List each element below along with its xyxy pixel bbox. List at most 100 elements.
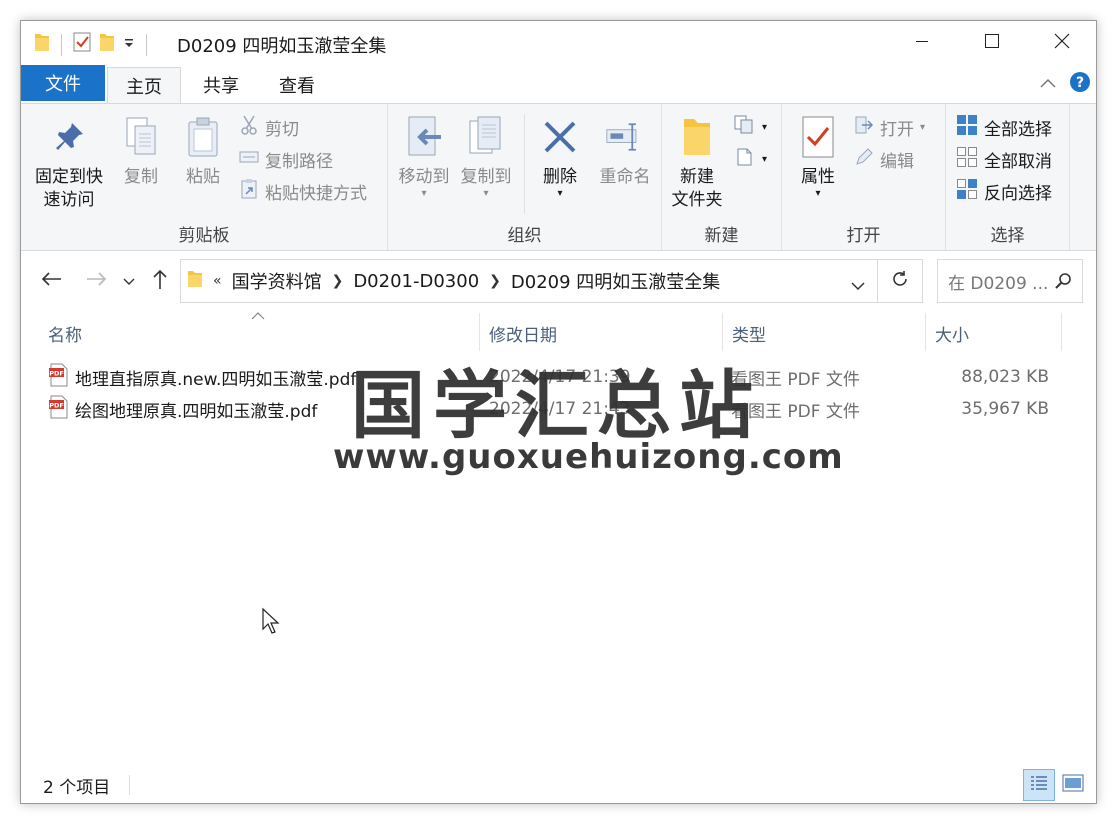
move-to-icon <box>404 112 444 162</box>
address-dropdown-icon[interactable] <box>851 276 865 296</box>
new-folder-qat-icon[interactable] <box>98 31 116 58</box>
delete-button[interactable]: 删除 ▾ <box>534 112 586 199</box>
quick-access-toolbar <box>33 31 151 58</box>
select-group-label: 选择 <box>990 226 1025 246</box>
dropdown-arrow-icon: ▾ <box>421 188 427 199</box>
close-icon <box>1054 33 1070 54</box>
chevron-right-icon[interactable]: ❯ <box>489 273 501 289</box>
select-none-button[interactable]: 全部取消 <box>956 146 1052 172</box>
forward-button[interactable] <box>83 267 111 295</box>
back-button[interactable] <box>37 267 65 295</box>
search-input[interactable]: 在 D0209 ... <box>937 259 1083 303</box>
select-group: 全部选择 全部取消 反向选择 选择 <box>946 104 1070 250</box>
edit-button[interactable]: 编辑 <box>854 146 914 172</box>
mouse-cursor-icon <box>261 607 281 640</box>
file-size: 88,023 KB <box>961 367 1049 387</box>
dropdown-arrow-icon: ▾ <box>920 121 926 133</box>
svg-text:PDF: PDF <box>49 369 64 377</box>
refresh-button[interactable] <box>878 259 923 303</box>
breadcrumb-item[interactable]: D0201-D0300 <box>353 271 479 292</box>
copy-to-icon <box>466 112 506 162</box>
large-icons-view-button[interactable] <box>1057 769 1089 801</box>
pdf-file-icon: PDF <box>49 363 69 392</box>
paste-shortcut-icon <box>239 178 259 205</box>
easy-access-icon <box>734 147 756 172</box>
dropdown-arrow-icon: ▾ <box>483 188 489 199</box>
divider <box>146 33 147 56</box>
properties-qat-icon[interactable] <box>72 31 92 58</box>
tab-view[interactable]: 查看 <box>265 67 329 103</box>
file-name: 绘图地理原真.四明如玉澈莹.pdf <box>75 401 318 422</box>
select-none-icon <box>956 146 978 173</box>
address-bar[interactable]: « 国学资料馆 ❯ D0201-D0300 ❯ D0209 四明如玉澈莹全集 <box>180 259 878 303</box>
close-button[interactable] <box>1027 21 1096 65</box>
status-bar: 2 个项目 <box>21 767 1096 803</box>
new-folder-button[interactable]: 新建 文件夹 <box>666 112 728 212</box>
properties-icon <box>798 112 838 162</box>
select-all-button[interactable]: 全部选择 <box>956 114 1052 140</box>
divider <box>129 775 130 795</box>
breadcrumb-item[interactable]: D0209 四明如玉澈莹全集 <box>511 268 720 294</box>
easy-access-button[interactable]: ▾ <box>734 146 767 172</box>
tab-home[interactable]: 主页 <box>107 67 181 103</box>
folder-icon <box>33 31 51 58</box>
file-size: 35,967 KB <box>961 399 1049 419</box>
column-type[interactable]: 类型 <box>732 321 766 346</box>
invert-selection-button[interactable]: 反向选择 <box>956 178 1052 204</box>
recent-locations-button[interactable] <box>119 267 139 295</box>
clipboard-icon <box>183 112 223 162</box>
open-button[interactable]: 打开 ▾ <box>854 114 925 140</box>
copy-to-button[interactable]: 复制到 ▾ <box>456 112 516 199</box>
edit-pencil-icon <box>854 147 874 172</box>
up-button[interactable] <box>147 267 173 295</box>
maximize-button[interactable] <box>957 21 1027 65</box>
new-item-button[interactable]: ▾ <box>734 114 767 140</box>
watermark-url: www.guoxuehuizong.com <box>333 437 844 477</box>
new-group-label: 新建 <box>704 226 739 246</box>
dropdown-arrow-icon: ▾ <box>557 188 563 199</box>
breadcrumb-item[interactable]: 国学资料馆 <box>232 268 322 294</box>
large-icons-view-icon <box>1062 774 1084 797</box>
rename-button[interactable]: 重命名 <box>592 112 658 189</box>
folder-icon <box>187 269 203 294</box>
paste-shortcut-button[interactable]: 粘贴快捷方式 <box>239 178 367 204</box>
copy-path-button[interactable]: 复制路径 <box>239 146 333 172</box>
details-view-button[interactable] <box>1023 769 1055 801</box>
details-view-icon <box>1029 773 1049 798</box>
copy-button[interactable]: 复制 <box>113 112 169 189</box>
collapse-ribbon-icon[interactable] <box>1039 75 1057 95</box>
copy-icon <box>121 112 161 162</box>
ribbon: 固定到快 速访问 复制 粘贴 剪切 复制路径 粘贴快捷方式 剪贴板 移动到 ▾ … <box>21 103 1096 251</box>
divider <box>925 313 926 351</box>
open-icon <box>854 115 874 140</box>
customize-qat-icon[interactable] <box>122 35 136 55</box>
up-arrow-icon <box>152 268 168 295</box>
sort-ascending-icon <box>251 305 265 325</box>
svg-text:PDF: PDF <box>49 401 64 409</box>
rename-icon <box>605 112 645 162</box>
column-name[interactable]: 名称 <box>48 321 82 346</box>
svg-text:?: ? <box>1076 75 1084 91</box>
divider <box>1061 313 1062 351</box>
minimize-button[interactable] <box>887 21 957 65</box>
column-size[interactable]: 大小 <box>935 321 969 346</box>
new-folder-icon <box>677 112 717 162</box>
cut-button[interactable]: 剪切 <box>239 114 299 140</box>
properties-button[interactable]: 属性 ▾ <box>788 112 848 199</box>
move-to-button[interactable]: 移动到 ▾ <box>394 112 454 199</box>
pin-quick-access-button[interactable]: 固定到快 速访问 <box>29 112 109 212</box>
paste-button[interactable]: 粘贴 <box>175 112 231 189</box>
chevron-right-icon[interactable]: ❯ <box>332 273 344 289</box>
tab-share[interactable]: 共享 <box>189 67 253 103</box>
clipboard-group: 固定到快 速访问 复制 粘贴 剪切 复制路径 粘贴快捷方式 剪贴板 <box>21 104 388 250</box>
delete-x-icon <box>540 112 580 162</box>
pdf-file-icon: PDF <box>49 395 69 424</box>
file-name: 地理直指原真.new.四明如玉澈莹.pdf <box>75 369 357 390</box>
tab-file[interactable]: 文件 <box>21 65 105 101</box>
back-arrow-icon <box>40 271 62 292</box>
overflow-crumb[interactable]: « <box>213 273 222 289</box>
column-date[interactable]: 修改日期 <box>489 321 557 346</box>
help-icon[interactable]: ? <box>1069 71 1091 98</box>
new-group: 新建 文件夹 ▾ ▾ 新建 <box>662 104 782 250</box>
search-icon[interactable] <box>1054 272 1072 295</box>
